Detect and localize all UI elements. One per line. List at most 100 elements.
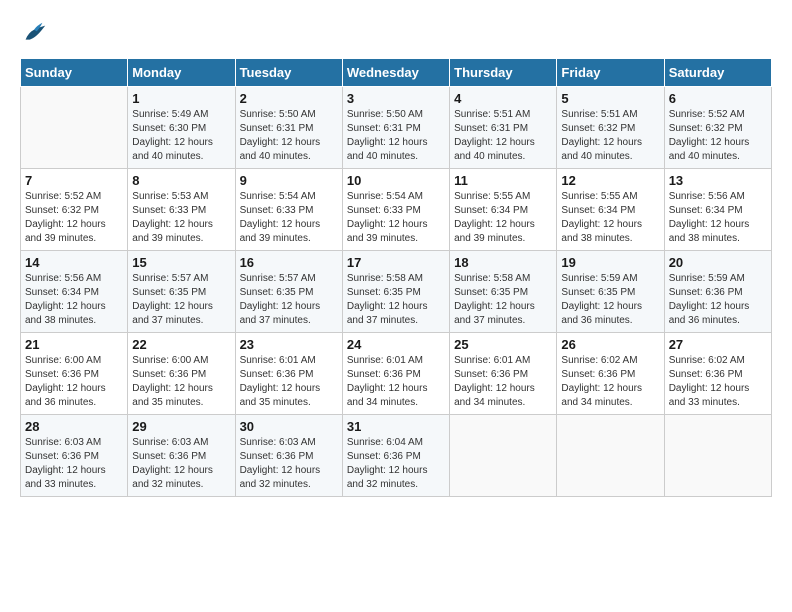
day-info: Sunrise: 5:52 AM Sunset: 6:32 PM Dayligh… [669, 108, 767, 164]
day-info: Sunrise: 6:03 AM Sunset: 6:36 PM Dayligh… [132, 436, 230, 492]
calendar-cell: 16Sunrise: 5:57 AM Sunset: 6:35 PM Dayli… [235, 251, 342, 333]
calendar-cell: 25 Sunrise: 6:01 AM Sunset: 6:36 PM Dayli… [450, 333, 557, 415]
day-info: Sunrise: 5:55 AM Sunset: 6:34 PM Dayligh… [454, 190, 552, 246]
calendar-cell: 18 Sunrise: 5:58 AM Sunset: 6:35 PM Dayli… [450, 251, 557, 333]
page-header [20, 20, 772, 48]
day-info: Sunrise: 5:58 AM Sunset: 6:35 PM Dayligh… [454, 272, 552, 328]
day-info: Sunrise: 5:56 AM Sunset: 6:34 PM Dayligh… [25, 272, 123, 328]
day-number: 4 [454, 91, 552, 106]
day-number: 20 [669, 255, 767, 270]
calendar-cell: 30Sunrise: 6:03 AM Sunset: 6:36 PM Dayli… [235, 415, 342, 497]
day-number: 19 [561, 255, 659, 270]
day-info: Sunrise: 5:54 AM Sunset: 6:33 PM Dayligh… [347, 190, 445, 246]
day-info: Sunrise: 6:04 AM Sunset: 6:36 PM Dayligh… [347, 436, 445, 492]
day-number: 10 [347, 173, 445, 188]
calendar-cell: 31 Sunrise: 6:04 AM Sunset: 6:36 PM Dayli… [342, 415, 449, 497]
calendar-cell: 27 Sunrise: 6:02 AM Sunset: 6:36 PM Dayli… [664, 333, 771, 415]
day-number: 23 [240, 337, 338, 352]
day-number: 1 [132, 91, 230, 106]
day-number: 12 [561, 173, 659, 188]
calendar-cell: 10 Sunrise: 5:54 AM Sunset: 6:33 PM Dayli… [342, 169, 449, 251]
day-info: Sunrise: 5:51 AM Sunset: 6:31 PM Dayligh… [454, 108, 552, 164]
calendar-week-1: 1 Sunrise: 5:49 AM Sunset: 6:30 PM Daylig… [21, 87, 772, 169]
calendar-cell: 23 Sunrise: 6:01 AM Sunset: 6:36 PM Dayli… [235, 333, 342, 415]
day-info: Sunrise: 5:59 AM Sunset: 6:35 PM Dayligh… [561, 272, 659, 328]
day-number: 28 [25, 419, 123, 434]
day-info: Sunrise: 6:02 AM Sunset: 6:36 PM Dayligh… [561, 354, 659, 410]
day-info: Sunrise: 5:52 AM Sunset: 6:32 PM Dayligh… [25, 190, 123, 246]
day-number: 17 [347, 255, 445, 270]
day-number: 25 [454, 337, 552, 352]
calendar-cell: 15 Sunrise: 5:57 AM Sunset: 6:35 PM Dayli… [128, 251, 235, 333]
day-info: Sunrise: 6:01 AM Sunset: 6:36 PM Dayligh… [454, 354, 552, 410]
day-info: Sunrise: 6:02 AM Sunset: 6:36 PM Dayligh… [669, 354, 767, 410]
calendar-cell [21, 87, 128, 169]
day-info: Sunrise: 6:00 AM Sunset: 6:36 PM Dayligh… [132, 354, 230, 410]
day-number: 31 [347, 419, 445, 434]
calendar-cell: 4 Sunrise: 5:51 AM Sunset: 6:31 PM Daylig… [450, 87, 557, 169]
calendar-cell: 12 Sunrise: 5:55 AM Sunset: 6:34 PM Dayli… [557, 169, 664, 251]
calendar-cell: 9 Sunrise: 5:54 AM Sunset: 6:33 PM Daylig… [235, 169, 342, 251]
day-number: 26 [561, 337, 659, 352]
calendar-cell: 6 Sunrise: 5:52 AM Sunset: 6:32 PM Daylig… [664, 87, 771, 169]
calendar-cell: 7 Sunrise: 5:52 AM Sunset: 6:32 PM Daylig… [21, 169, 128, 251]
calendar-cell: 2 Sunrise: 5:50 AM Sunset: 6:31 PM Daylig… [235, 87, 342, 169]
day-number: 7 [25, 173, 123, 188]
weekday-header-thursday: Thursday [450, 59, 557, 87]
calendar-cell [450, 415, 557, 497]
day-number: 9 [240, 173, 338, 188]
day-info: Sunrise: 5:55 AM Sunset: 6:34 PM Dayligh… [561, 190, 659, 246]
day-number: 8 [132, 173, 230, 188]
calendar-cell: 11 Sunrise: 5:55 AM Sunset: 6:34 PM Dayli… [450, 169, 557, 251]
calendar-cell: 26 Sunrise: 6:02 AM Sunset: 6:36 PM Dayli… [557, 333, 664, 415]
weekday-header-saturday: Saturday [664, 59, 771, 87]
weekday-header-friday: Friday [557, 59, 664, 87]
calendar-cell [557, 415, 664, 497]
day-number: 13 [669, 173, 767, 188]
day-info: Sunrise: 5:54 AM Sunset: 6:33 PM Dayligh… [240, 190, 338, 246]
day-info: Sunrise: 5:58 AM Sunset: 6:35 PM Dayligh… [347, 272, 445, 328]
day-info: Sunrise: 5:59 AM Sunset: 6:36 PM Dayligh… [669, 272, 767, 328]
calendar-cell: 1 Sunrise: 5:49 AM Sunset: 6:30 PM Daylig… [128, 87, 235, 169]
calendar-cell: 17 Sunrise: 5:58 AM Sunset: 6:35 PM Dayli… [342, 251, 449, 333]
calendar-cell: 24Sunrise: 6:01 AM Sunset: 6:36 PM Dayli… [342, 333, 449, 415]
day-info: Sunrise: 5:50 AM Sunset: 6:31 PM Dayligh… [347, 108, 445, 164]
day-number: 6 [669, 91, 767, 106]
day-info: Sunrise: 5:51 AM Sunset: 6:32 PM Dayligh… [561, 108, 659, 164]
calendar-cell: 20 Sunrise: 5:59 AM Sunset: 6:36 PM Dayli… [664, 251, 771, 333]
calendar-cell: 19 Sunrise: 5:59 AM Sunset: 6:35 PM Dayli… [557, 251, 664, 333]
day-info: Sunrise: 6:03 AM Sunset: 6:36 PM Dayligh… [25, 436, 123, 492]
calendar-cell [664, 415, 771, 497]
calendar-week-4: 21 Sunrise: 6:00 AM Sunset: 6:36 PM Dayli… [21, 333, 772, 415]
weekday-header-row: SundayMondayTuesdayWednesdayThursdayFrid… [21, 59, 772, 87]
day-number: 15 [132, 255, 230, 270]
weekday-header-tuesday: Tuesday [235, 59, 342, 87]
day-info: Sunrise: 6:01 AM Sunset: 6:36 PM Dayligh… [240, 354, 338, 410]
weekday-header-sunday: Sunday [21, 59, 128, 87]
calendar-cell: 21 Sunrise: 6:00 AM Sunset: 6:36 PM Dayli… [21, 333, 128, 415]
day-info: Sunrise: 6:00 AM Sunset: 6:36 PM Dayligh… [25, 354, 123, 410]
day-info: Sunrise: 5:57 AM Sunset: 6:35 PM Dayligh… [132, 272, 230, 328]
day-info: Sunrise: 5:56 AM Sunset: 6:34 PM Dayligh… [669, 190, 767, 246]
day-info: Sunrise: 5:49 AM Sunset: 6:30 PM Dayligh… [132, 108, 230, 164]
calendar-table: SundayMondayTuesdayWednesdayThursdayFrid… [20, 58, 772, 497]
day-number: 24 [347, 337, 445, 352]
day-number: 11 [454, 173, 552, 188]
day-number: 27 [669, 337, 767, 352]
day-info: Sunrise: 6:03 AM Sunset: 6:36 PM Dayligh… [240, 436, 338, 492]
day-info: Sunrise: 5:53 AM Sunset: 6:33 PM Dayligh… [132, 190, 230, 246]
calendar-cell: 5Sunrise: 5:51 AM Sunset: 6:32 PM Daylig… [557, 87, 664, 169]
day-number: 29 [132, 419, 230, 434]
day-info: Sunrise: 5:50 AM Sunset: 6:31 PM Dayligh… [240, 108, 338, 164]
calendar-cell: 8 Sunrise: 5:53 AM Sunset: 6:33 PM Daylig… [128, 169, 235, 251]
calendar-cell: 14Sunrise: 5:56 AM Sunset: 6:34 PM Dayli… [21, 251, 128, 333]
day-info: Sunrise: 5:57 AM Sunset: 6:35 PM Dayligh… [240, 272, 338, 328]
day-number: 22 [132, 337, 230, 352]
day-number: 18 [454, 255, 552, 270]
weekday-header-wednesday: Wednesday [342, 59, 449, 87]
calendar-week-2: 7 Sunrise: 5:52 AM Sunset: 6:32 PM Daylig… [21, 169, 772, 251]
calendar-cell: 3Sunrise: 5:50 AM Sunset: 6:31 PM Daylig… [342, 87, 449, 169]
day-number: 2 [240, 91, 338, 106]
day-number: 21 [25, 337, 123, 352]
calendar-cell: 28 Sunrise: 6:03 AM Sunset: 6:36 PM Dayli… [21, 415, 128, 497]
